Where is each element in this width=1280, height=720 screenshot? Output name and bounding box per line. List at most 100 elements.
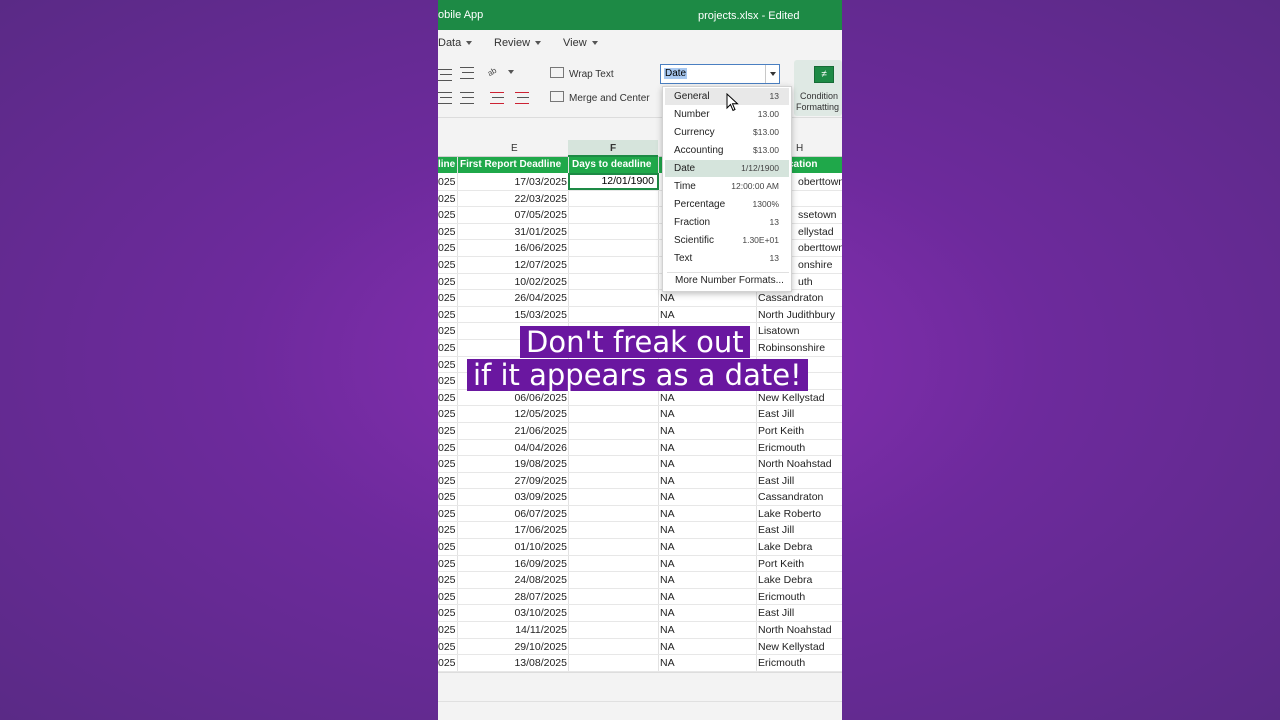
table-cell[interactable]: 21/06/2025	[514, 425, 567, 437]
table-cell[interactable]: 07/05/2025	[514, 209, 567, 221]
format-option-accounting[interactable]: Accounting $13.00	[665, 142, 789, 159]
format-option-date[interactable]: Date 1/12/1900	[665, 160, 789, 177]
table-cell[interactable]: New Kellystad	[758, 392, 825, 404]
table-cell[interactable]: 27/09/2025	[514, 475, 567, 487]
increase-indent-icon[interactable]	[515, 92, 529, 104]
align-center-icon[interactable]	[460, 67, 474, 79]
table-cell[interactable]: 025	[438, 574, 456, 586]
chevron-down-icon[interactable]	[765, 65, 779, 83]
table-cell[interactable]: Ericmouth	[758, 591, 805, 603]
table-cell[interactable]: 16/06/2025	[514, 242, 567, 254]
table-cell[interactable]: 025	[438, 259, 456, 271]
table-cell[interactable]: NA	[660, 425, 675, 437]
table-cell[interactable]: NA	[660, 491, 675, 503]
decrease-indent-icon[interactable]	[490, 92, 504, 104]
table-cell[interactable]: 06/06/2025	[514, 392, 567, 404]
table-cell[interactable]: Cassandraton	[758, 491, 823, 503]
table-cell[interactable]: NA	[660, 458, 675, 470]
table-cell[interactable]: East Jill	[758, 524, 794, 536]
header-days-to-deadline[interactable]: Days to deadline	[572, 159, 651, 170]
table-cell[interactable]: Port Keith	[758, 558, 804, 570]
table-cell[interactable]: 06/07/2025	[514, 508, 567, 520]
table-cell[interactable]: Cassandraton	[758, 292, 823, 304]
table-cell[interactable]: NA	[660, 408, 675, 420]
table-cell[interactable]: NA	[660, 508, 675, 520]
table-cell[interactable]: 04/04/2026	[514, 442, 567, 454]
table-cell[interactable]: NA	[660, 657, 675, 669]
table-cell[interactable]: 31/01/2025	[514, 226, 567, 238]
align-justify-icon[interactable]	[438, 92, 452, 104]
table-cell[interactable]: NA	[660, 309, 675, 321]
table-cell[interactable]: Ericmouth	[758, 657, 805, 669]
table-cell[interactable]: 025	[438, 392, 456, 404]
table-cell[interactable]: oberttown	[798, 242, 842, 254]
table-cell[interactable]: North Noahstad	[758, 458, 832, 470]
table-cell[interactable]: 025	[438, 359, 456, 371]
format-option-text[interactable]: Text 13	[665, 250, 789, 267]
header-location[interactable]: cation	[788, 159, 817, 170]
table-cell[interactable]: 19/08/2025	[514, 458, 567, 470]
table-cell[interactable]: NA	[660, 392, 675, 404]
format-option-fraction[interactable]: Fraction 13	[665, 214, 789, 231]
table-cell[interactable]: 025	[438, 226, 456, 238]
selected-cell[interactable]: 12/01/1900	[568, 173, 659, 190]
more-number-formats[interactable]: More Number Formats...	[675, 275, 784, 286]
format-option-percentage[interactable]: Percentage 1300%	[665, 196, 789, 213]
table-cell[interactable]: ssetown	[798, 209, 837, 221]
table-cell[interactable]: NA	[660, 607, 675, 619]
format-option-time[interactable]: Time 12:00:00 AM	[665, 178, 789, 195]
table-cell[interactable]: ellystad	[798, 226, 834, 238]
table-cell[interactable]: 025	[438, 292, 456, 304]
table-cell[interactable]: 17/03/2025	[514, 176, 567, 188]
table-cell[interactable]: 22/03/2025	[514, 193, 567, 205]
table-cell[interactable]: NA	[660, 292, 675, 304]
table-cell[interactable]: 025	[438, 408, 456, 420]
column-f-header[interactable]: F	[610, 143, 616, 154]
table-cell[interactable]: 025	[438, 425, 456, 437]
table-cell[interactable]: 025	[438, 458, 456, 470]
table-cell[interactable]: 025	[438, 375, 456, 387]
merge-center-button[interactable]: Merge and Center	[569, 93, 650, 104]
table-cell[interactable]: 025	[438, 541, 456, 553]
table-cell[interactable]: 025	[438, 475, 456, 487]
table-cell[interactable]: 025	[438, 558, 456, 570]
table-cell[interactable]: 29/10/2025	[514, 641, 567, 653]
table-cell[interactable]: 12/07/2025	[514, 259, 567, 271]
table-cell[interactable]: New Kellystad	[758, 641, 825, 653]
table-cell[interactable]: 26/04/2025	[514, 292, 567, 304]
text-orientation-icon[interactable]: ab	[486, 63, 504, 80]
table-cell[interactable]: NA	[660, 524, 675, 536]
table-cell[interactable]: 025	[438, 325, 456, 337]
table-cell[interactable]: 025	[438, 641, 456, 653]
table-cell[interactable]: 025	[438, 491, 456, 503]
table-cell[interactable]: Lisatown	[758, 325, 799, 337]
table-cell[interactable]: 025	[438, 176, 456, 188]
table-cell[interactable]: 025	[438, 242, 456, 254]
table-cell[interactable]: 13/08/2025	[514, 657, 567, 669]
table-cell[interactable]: 025	[438, 193, 456, 205]
table-cell[interactable]: 03/10/2025	[514, 607, 567, 619]
conditional-formatting-button[interactable]: ≠ Condition Formatting	[794, 60, 842, 116]
table-cell[interactable]: Ericmouth	[758, 442, 805, 454]
menu-data[interactable]: Data	[438, 37, 473, 49]
table-cell[interactable]: East Jill	[758, 408, 794, 420]
table-cell[interactable]: 025	[438, 342, 456, 354]
menu-review[interactable]: Review	[494, 37, 542, 49]
table-cell[interactable]: 025	[438, 524, 456, 536]
table-cell[interactable]: 03/09/2025	[514, 491, 567, 503]
format-option-scientific[interactable]: Scientific 1.30E+01	[665, 232, 789, 249]
table-cell[interactable]: Lake Roberto	[758, 508, 821, 520]
table-cell[interactable]: NA	[660, 641, 675, 653]
table-cell[interactable]: 17/06/2025	[514, 524, 567, 536]
column-h-header[interactable]: H	[796, 143, 803, 154]
table-cell[interactable]: oberttown	[798, 176, 842, 188]
table-cell[interactable]: 10/02/2025	[514, 276, 567, 288]
table-cell[interactable]: 14/11/2025	[515, 624, 567, 636]
menu-view[interactable]: View	[563, 37, 598, 49]
header-first-report-deadline[interactable]: First Report Deadline	[460, 159, 561, 170]
table-cell[interactable]: 24/08/2025	[514, 574, 567, 586]
wrap-text-icon[interactable]	[550, 67, 564, 78]
number-format-select[interactable]: Date	[660, 64, 780, 84]
table-cell[interactable]: Lake Debra	[758, 574, 812, 586]
table-cell[interactable]: NA	[660, 574, 675, 586]
